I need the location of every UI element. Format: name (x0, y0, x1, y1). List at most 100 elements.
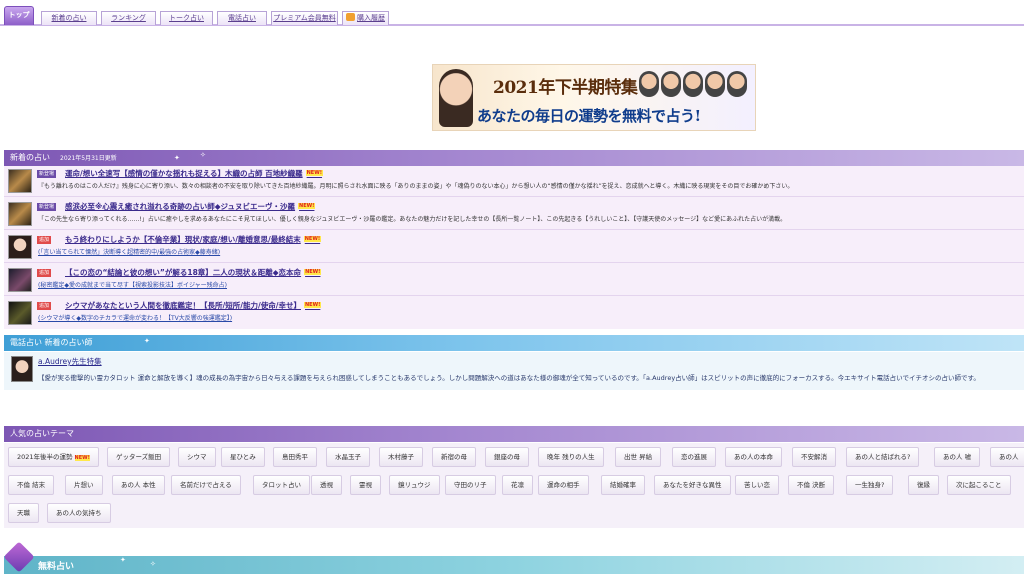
tab-purchase-history[interactable]: 購入履歴 (342, 11, 389, 25)
theme-tag[interactable]: 恋の進展 (672, 447, 716, 467)
theme-tag[interactable]: シウマ (178, 447, 216, 467)
theme-tag[interactable]: あなたを好きな異性 (654, 475, 731, 495)
fortune-subtitle-link[interactable]: (秘密鑑定◆愛の成就まで当て尽す【視索投影技法】ボイジャー残命占) (38, 280, 227, 289)
status-badge: 追加 (37, 236, 52, 244)
theme-tag[interactable]: 結婚確率 (601, 475, 645, 495)
section-title: 人気の占いテーマ (10, 429, 74, 438)
fortune-title-link[interactable]: もう終わりにしようか【不倫辛業】現状/家庭/想い/離婚意思/最終結末 NEW! (65, 234, 322, 245)
theme-tag[interactable]: タロット占い (253, 475, 310, 495)
sparkle-icon: ✧ (200, 151, 206, 159)
new-badge: NEW! (304, 269, 322, 275)
fortune-thumbnail[interactable] (8, 169, 32, 193)
fortune-title-link[interactable]: 感涙必至※心震え癒され溢れる奇跡の占い師◆ジュヌビエーヴ・沙羅 NEW! (65, 201, 316, 212)
section-title: 新着の占い (10, 153, 50, 162)
section-title: 無料占い (38, 562, 75, 572)
theme-tag[interactable]: あの人の本命 (725, 447, 782, 467)
fortune-teller-group-photo (639, 71, 749, 101)
theme-tag[interactable]: 島田秀平 (273, 447, 317, 467)
theme-tag[interactable]: 運命の相手 (538, 475, 589, 495)
theme-tag[interactable]: 片想い (65, 475, 103, 495)
list-item[interactable]: 追加 シウマがあなたという人間を徹底鑑定！【長所/短所/能力/使命/幸せ】 NEW… (4, 298, 1024, 329)
new-badge: NEW! (74, 455, 90, 461)
fortune-description: 「この先生なら寄り添ってくれる……!」占いに癒やしを求めるあなたにこそ見てほしい… (38, 216, 787, 223)
theme-tag[interactable]: 霊視 (350, 475, 381, 495)
popular-themes-header: 人気の占いテーマ (4, 426, 1024, 442)
theme-tag[interactable]: 一生独身? (846, 475, 894, 495)
list-item[interactable]: 新登場 感涙必至※心震え癒され溢れる奇跡の占い師◆ジュヌビエーヴ・沙羅 NEW! … (4, 199, 1024, 230)
phone-fortune-feature: a.Audrey先生特集 【愛が実る衝撃的い霊カタロット 運命と解放を導く】魂の… (4, 352, 1024, 390)
sparkle-icon: ✦ (174, 154, 180, 162)
fortune-teller-photo (439, 69, 473, 127)
sparkle-icon: ✧ (150, 560, 156, 568)
theme-tag[interactable]: あの人 嘘 (934, 447, 981, 467)
fortune-teller-link[interactable]: a.Audrey先生特集 (38, 356, 102, 367)
new-badge: NEW! (298, 203, 316, 209)
section-title: 電話占い 新着の占い師 (10, 338, 93, 347)
tab-ranking[interactable]: ランキング (101, 11, 156, 25)
status-badge: 新登場 (37, 203, 57, 211)
theme-tag[interactable]: 鏡リュウジ (389, 475, 440, 495)
fortune-title-link[interactable]: 運命/想い全速写【感情の僅かな揺れも捉える】木織の占師 百地紗織羅 NEW! (65, 168, 324, 179)
theme-tag[interactable]: ゲッターズ飯田 (107, 447, 171, 467)
theme-tag[interactable]: 透視 (311, 475, 342, 495)
fortune-title-link[interactable]: シウマがあなたという人間を徹底鑑定！【長所/短所/能力/使命/幸せ】 NEW! (65, 300, 322, 311)
theme-tag[interactable]: 2021年後半の運勢 NEW! (8, 447, 99, 467)
theme-tag[interactable]: 星ひとみ (221, 447, 265, 467)
fortune-thumbnail[interactable] (8, 301, 32, 325)
fortune-teller-description: 【愛が実る衝撃的い霊カタロット 運命と解放を導く】魂の成長の為宇宙から日々与える… (38, 374, 980, 382)
status-badge: 追加 (37, 269, 52, 277)
theme-tag[interactable]: 出世 昇給 (615, 447, 662, 467)
tab-new-fortunes[interactable]: 新着の占い (41, 11, 97, 25)
list-item[interactable]: 新登場 運命/想い全速写【感情の僅かな揺れも捉える】木織の占師 百地紗織羅 NEW… (4, 166, 1024, 197)
banner-subtitle: あなたの毎日の運勢を無料で占う! (477, 107, 701, 125)
theme-tag[interactable]: 銀座の母 (485, 447, 529, 467)
theme-tag[interactable]: 天職 (8, 503, 39, 523)
update-date: 2021年5月31日更新 (60, 155, 117, 162)
fortune-thumbnail[interactable] (8, 235, 32, 259)
status-badge: 新登場 (37, 170, 57, 178)
theme-tag[interactable]: あの人 本性 (112, 475, 165, 495)
new-badge: NEW! (303, 236, 322, 242)
fortune-thumbnail[interactable] (8, 202, 32, 226)
cart-icon (346, 13, 355, 21)
theme-tag[interactable]: 復縁 (908, 475, 939, 495)
theme-tag[interactable]: 不倫 結末 (8, 475, 55, 495)
phone-fortune-header: 電話占い 新着の占い師 ✦ (4, 335, 1024, 351)
theme-tag[interactable]: 不安解消 (792, 447, 836, 467)
list-item[interactable]: 追加 もう終わりにしようか【不倫辛業】現状/家庭/想い/離婚意思/最終結末 NEW… (4, 232, 1024, 263)
list-item[interactable]: 追加 【この恋の“結論と彼の想い”が解る18章】二人の現状＆距離◆恋本命 NEW!… (4, 265, 1024, 296)
popular-themes-panel: 2021年後半の運勢 NEW! ゲッターズ飯田 シウマ 星ひとみ 島田秀平 水晶玉… (4, 443, 1024, 528)
banner-title: 2021年下半期特集 (493, 78, 638, 98)
theme-tag[interactable]: 晩年 残りの人生 (538, 447, 604, 467)
tab-phone-fortune[interactable]: 電話占い (217, 11, 267, 25)
theme-tag[interactable]: 不倫 決断 (788, 475, 835, 495)
theme-tag[interactable]: 水晶玉子 (326, 447, 370, 467)
theme-tag[interactable]: 名前だけで占える (171, 475, 241, 495)
new-badge: NEW! (305, 170, 324, 176)
fortune-subtitle-link[interactable]: (シウマが導く◆数字のチカラで運命が変わる！【TV大反響の強運鑑定】) (38, 313, 232, 322)
theme-tag[interactable]: 守田のリ子 (445, 475, 496, 495)
theme-tag[interactable]: 新宿の母 (432, 447, 476, 467)
theme-tag[interactable]: 次に起こること (947, 475, 1011, 495)
tab-top[interactable]: トップ (4, 6, 34, 25)
free-fortunes-header (4, 556, 1024, 574)
sparkle-icon: ✦ (120, 556, 126, 564)
theme-tag[interactable]: 花凛 (502, 475, 533, 495)
fortune-title-link[interactable]: 【この恋の“結論と彼の想い”が解る18章】二人の現状＆距離◆恋本命 NEW! (65, 267, 322, 278)
promo-banner[interactable]: 2021年下半期特集 あなたの毎日の運勢を無料で占う! (432, 64, 756, 131)
new-fortunes-list: 新登場 運命/想い全速写【感情の僅かな揺れも捉える】木織の占師 百地紗織羅 NEW… (4, 166, 1024, 329)
theme-tag[interactable]: あの人と結ばれる? (846, 447, 920, 467)
tab-premium-free[interactable]: プレミアム会員無料 (271, 11, 338, 25)
fortune-thumbnail[interactable] (8, 268, 32, 292)
theme-tag[interactable]: 苦しい恋 (735, 475, 779, 495)
status-badge: 追加 (37, 302, 52, 310)
fortune-teller-avatar[interactable] (11, 356, 33, 382)
tab-purchase-history-label: 購入履歴 (357, 14, 385, 22)
fortune-subtitle-link[interactable]: (「言い当てられて慄然」決断導く超精密的中/最強の占術家◆藤寿緒) (38, 247, 220, 256)
new-fortunes-header: 新着の占い 2021年5月31日更新 ✦ ✧ (4, 150, 1024, 166)
theme-tag[interactable]: 木村藤子 (379, 447, 423, 467)
theme-tag[interactable]: あの人の気持ち (47, 503, 111, 523)
sparkle-icon: ✦ (144, 337, 150, 345)
tab-talk-fortune[interactable]: トーク占い (160, 11, 213, 25)
theme-tag[interactable]: あの人 (990, 447, 1024, 467)
